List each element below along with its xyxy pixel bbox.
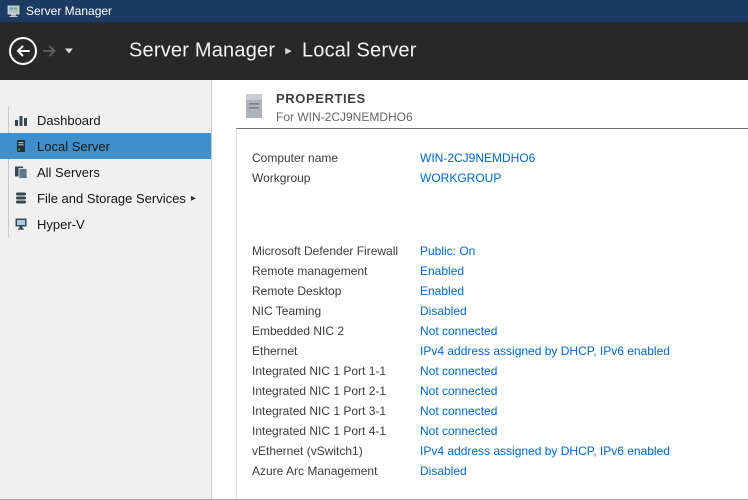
breadcrumb-local-server[interactable]: Local Server (302, 40, 417, 62)
chevron-right-icon: ▸ (191, 193, 196, 204)
dashboard-icon (14, 113, 28, 127)
hyperv-icon (14, 217, 28, 231)
property-label: Integrated NIC 1 Port 1-1 (252, 364, 420, 378)
property-label: Azure Arc Management (252, 464, 420, 478)
property-label: Integrated NIC 1 Port 4-1 (252, 424, 420, 438)
property-value-link[interactable]: Not connected (420, 384, 497, 398)
property-row: Azure Arc Management Disabled (252, 461, 748, 481)
window-title: Server Manager (26, 4, 112, 18)
all-servers-icon (14, 165, 28, 179)
sidebar-item-all-servers[interactable]: All Servers (0, 159, 211, 185)
properties-panel: Computer name WIN-2CJ9NEMDHO6 Workgroup … (236, 128, 748, 499)
property-row: Integrated NIC 1 Port 3-1 Not connected (252, 401, 748, 421)
property-label: vEthernet (vSwitch1) (252, 444, 420, 458)
property-row: Workgroup WORKGROUP (252, 168, 748, 188)
property-value-link[interactable]: WORKGROUP (420, 171, 501, 185)
property-value-link[interactable]: WIN-2CJ9NEMDHO6 (420, 151, 535, 165)
property-value-link[interactable]: Not connected (420, 324, 497, 338)
content-area: PROPERTIES For WIN-2CJ9NEMDHO6 Computer … (212, 80, 748, 499)
sidebar-nav: Dashboard Local Server (0, 80, 212, 499)
properties-title: PROPERTIES (276, 91, 413, 106)
titlebar: Server Manager (0, 0, 748, 22)
sidebar-item-label: All Servers (37, 165, 100, 180)
property-row: Remote management Enabled (252, 261, 748, 281)
property-label: Workgroup (252, 171, 420, 185)
storage-services-icon (14, 191, 28, 205)
sidebar-item-hyper-v[interactable]: Hyper-V (0, 211, 211, 237)
property-label: Microsoft Defender Firewall (252, 244, 420, 258)
sidebar-item-label: File and Storage Services (37, 191, 186, 206)
property-row: Ethernet IPv4 address assigned by DHCP, … (252, 341, 748, 361)
property-value-link[interactable]: Public: On (420, 244, 475, 258)
property-value-link[interactable]: Not connected (420, 424, 497, 438)
local-server-icon (14, 139, 28, 153)
properties-header: PROPERTIES For WIN-2CJ9NEMDHO6 (244, 91, 413, 124)
property-row: Integrated NIC 1 Port 1-1 Not connected (252, 361, 748, 381)
property-row: Microsoft Defender Firewall Public: On (252, 241, 748, 261)
property-label: Ethernet (252, 344, 420, 358)
sidebar-item-label: Local Server (37, 139, 110, 154)
property-value-link[interactable]: IPv4 address assigned by DHCP, IPv6 enab… (420, 444, 670, 458)
server-manager-app-icon (7, 5, 20, 18)
property-value-link[interactable]: Enabled (420, 284, 464, 298)
property-value-link[interactable]: Enabled (420, 264, 464, 278)
breadcrumb-server-manager[interactable]: Server Manager (129, 40, 275, 62)
property-value-link[interactable]: Not connected (420, 404, 497, 418)
forward-button[interactable] (41, 36, 59, 66)
property-label: Integrated NIC 1 Port 3-1 (252, 404, 420, 418)
property-value-link[interactable]: IPv4 address assigned by DHCP, IPv6 enab… (420, 344, 670, 358)
property-label: NIC Teaming (252, 304, 420, 318)
property-row: Integrated NIC 1 Port 2-1 Not connected (252, 381, 748, 401)
breadcrumb-separator-icon: ▸ (285, 43, 292, 58)
back-button[interactable] (8, 36, 38, 66)
property-label: Remote Desktop (252, 284, 420, 298)
properties-group-identity: Computer name WIN-2CJ9NEMDHO6 Workgroup … (252, 148, 748, 188)
property-label: Embedded NIC 2 (252, 324, 420, 338)
sidebar-item-label: Dashboard (37, 113, 101, 128)
breadcrumb: Server Manager ▸ Local Server (129, 40, 417, 63)
property-row: Integrated NIC 1 Port 4-1 Not connected (252, 421, 748, 441)
properties-group-configuration: Microsoft Defender Firewall Public: On R… (252, 241, 748, 481)
sidebar-item-file-storage-services[interactable]: File and Storage Services ▸ (0, 185, 211, 211)
property-label: Remote management (252, 264, 420, 278)
property-row: vEthernet (vSwitch1) IPv4 address assign… (252, 441, 748, 461)
property-value-link[interactable]: Not connected (420, 364, 497, 378)
nav-controls (8, 36, 74, 66)
property-label: Integrated NIC 1 Port 2-1 (252, 384, 420, 398)
property-row: Embedded NIC 2 Not connected (252, 321, 748, 341)
property-value-link[interactable]: Disabled (420, 304, 467, 318)
property-value-link[interactable]: Disabled (420, 464, 467, 478)
property-row: Remote Desktop Enabled (252, 281, 748, 301)
sidebar-item-label: Hyper-V (37, 217, 85, 232)
property-row: NIC Teaming Disabled (252, 301, 748, 321)
server-manager-window: Server Manager Server Manager ▸ Local Serv… (0, 0, 748, 500)
sidebar-item-dashboard[interactable]: Dashboard (0, 107, 211, 133)
dropdown-caret-icon[interactable] (64, 47, 74, 55)
sidebar-item-local-server[interactable]: Local Server (0, 133, 211, 159)
window-body: Dashboard Local Server (0, 80, 748, 499)
server-properties-icon (244, 92, 264, 120)
navigation-bar: Server Manager ▸ Local Server (0, 22, 748, 80)
property-label: Computer name (252, 151, 420, 165)
properties-subtitle: For WIN-2CJ9NEMDHO6 (276, 110, 413, 124)
property-row: Computer name WIN-2CJ9NEMDHO6 (252, 148, 748, 168)
